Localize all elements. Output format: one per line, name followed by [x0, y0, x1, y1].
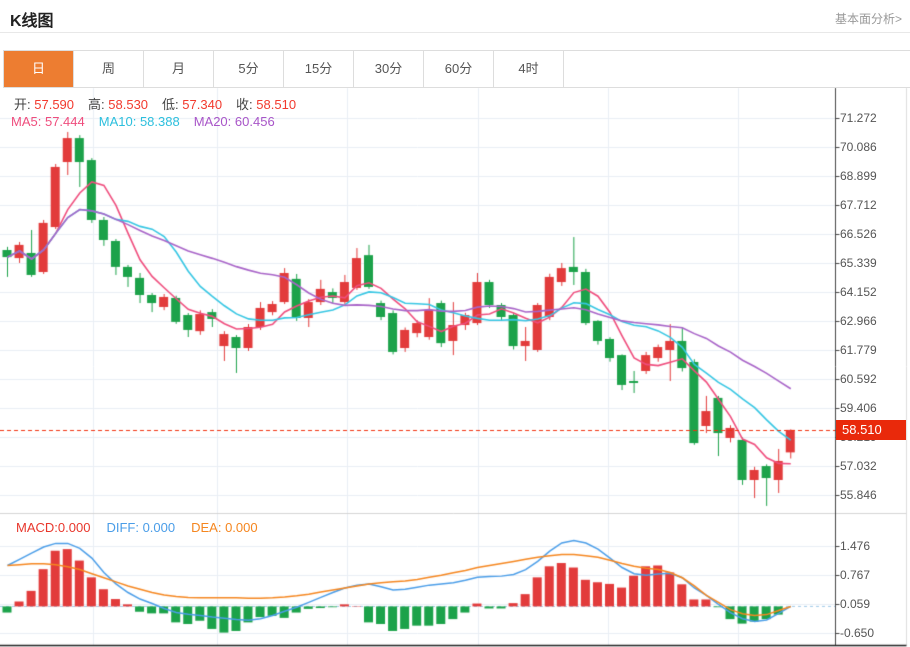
tab-15min[interactable]: 15分 [284, 51, 354, 87]
y-axis-tick-label: 65.339 [840, 256, 904, 270]
tab-month[interactable]: 月 [144, 51, 214, 87]
tab-week[interactable]: 周 [74, 51, 144, 87]
ma5-value: MA5: 57.444 [11, 114, 85, 129]
y-axis-tick-label: 62.966 [840, 314, 904, 328]
y-axis-tick-label: 60.592 [840, 372, 904, 386]
y-axis-tick-label: 0.059 [840, 597, 904, 611]
widget-header: K线图 基本面分析> [0, 0, 910, 33]
macd-legend: MACD:0.000 DIFF: 0.000 DEA: 0.000 [16, 520, 274, 535]
y-axis-tick-label: 55.846 [840, 488, 904, 502]
y-axis-tick-label: 67.712 [840, 198, 904, 212]
current-price-tag: 58.510 [836, 420, 906, 440]
y-axis-tick-label: 66.526 [840, 227, 904, 241]
dea-value: DEA: 0.000 [191, 520, 258, 535]
fundamental-analysis-link[interactable]: 基本面分析> [835, 10, 902, 27]
diff-value: DIFF: 0.000 [106, 520, 175, 535]
y-axis-tick-label: -0.650 [840, 626, 904, 640]
close-value: 收: 58.510 [236, 94, 296, 113]
low-value: 低: 57.340 [162, 94, 222, 113]
y-axis-tick-label: 64.152 [840, 285, 904, 299]
tab-60min[interactable]: 60分 [424, 51, 494, 87]
y-axis-tick-label: 70.086 [840, 140, 904, 154]
y-axis-tick-label: 57.032 [840, 459, 904, 473]
y-axis-tick-label: 61.779 [840, 343, 904, 357]
y-axis-tick-label: 68.899 [840, 169, 904, 183]
tab-5min[interactable]: 5分 [214, 51, 284, 87]
ma10-value: MA10: 58.388 [99, 114, 180, 129]
macd-value: MACD:0.000 [16, 520, 90, 535]
page-title: K线图 [10, 7, 54, 31]
period-tabbar: 日 周 月 5分 15分 30分 60分 4时 [3, 50, 910, 88]
y-axis-tick-label: 59.406 [840, 401, 904, 415]
kline-widget: K线图 基本面分析> 日 周 月 5分 15分 30分 60分 4时 开: 57… [0, 0, 910, 647]
y-axis-tick-label: 0.767 [840, 568, 904, 582]
open-value: 开: 57.590 [14, 94, 74, 113]
high-value: 高: 58.530 [88, 94, 148, 113]
tab-4hour[interactable]: 4时 [494, 51, 564, 87]
y-axis-tick-label: 71.272 [840, 111, 904, 125]
ohlc-legend: 开: 57.590 高: 58.530 低: 57.340 收: 58.510 [14, 94, 310, 113]
y-axis-tick-label: 1.476 [840, 539, 904, 553]
ma20-value: MA20: 60.456 [194, 114, 275, 129]
ma-legend: MA5: 57.444 MA10: 58.388 MA20: 60.456 [11, 114, 289, 129]
tab-30min[interactable]: 30分 [354, 51, 424, 87]
tab-day[interactable]: 日 [4, 51, 74, 87]
